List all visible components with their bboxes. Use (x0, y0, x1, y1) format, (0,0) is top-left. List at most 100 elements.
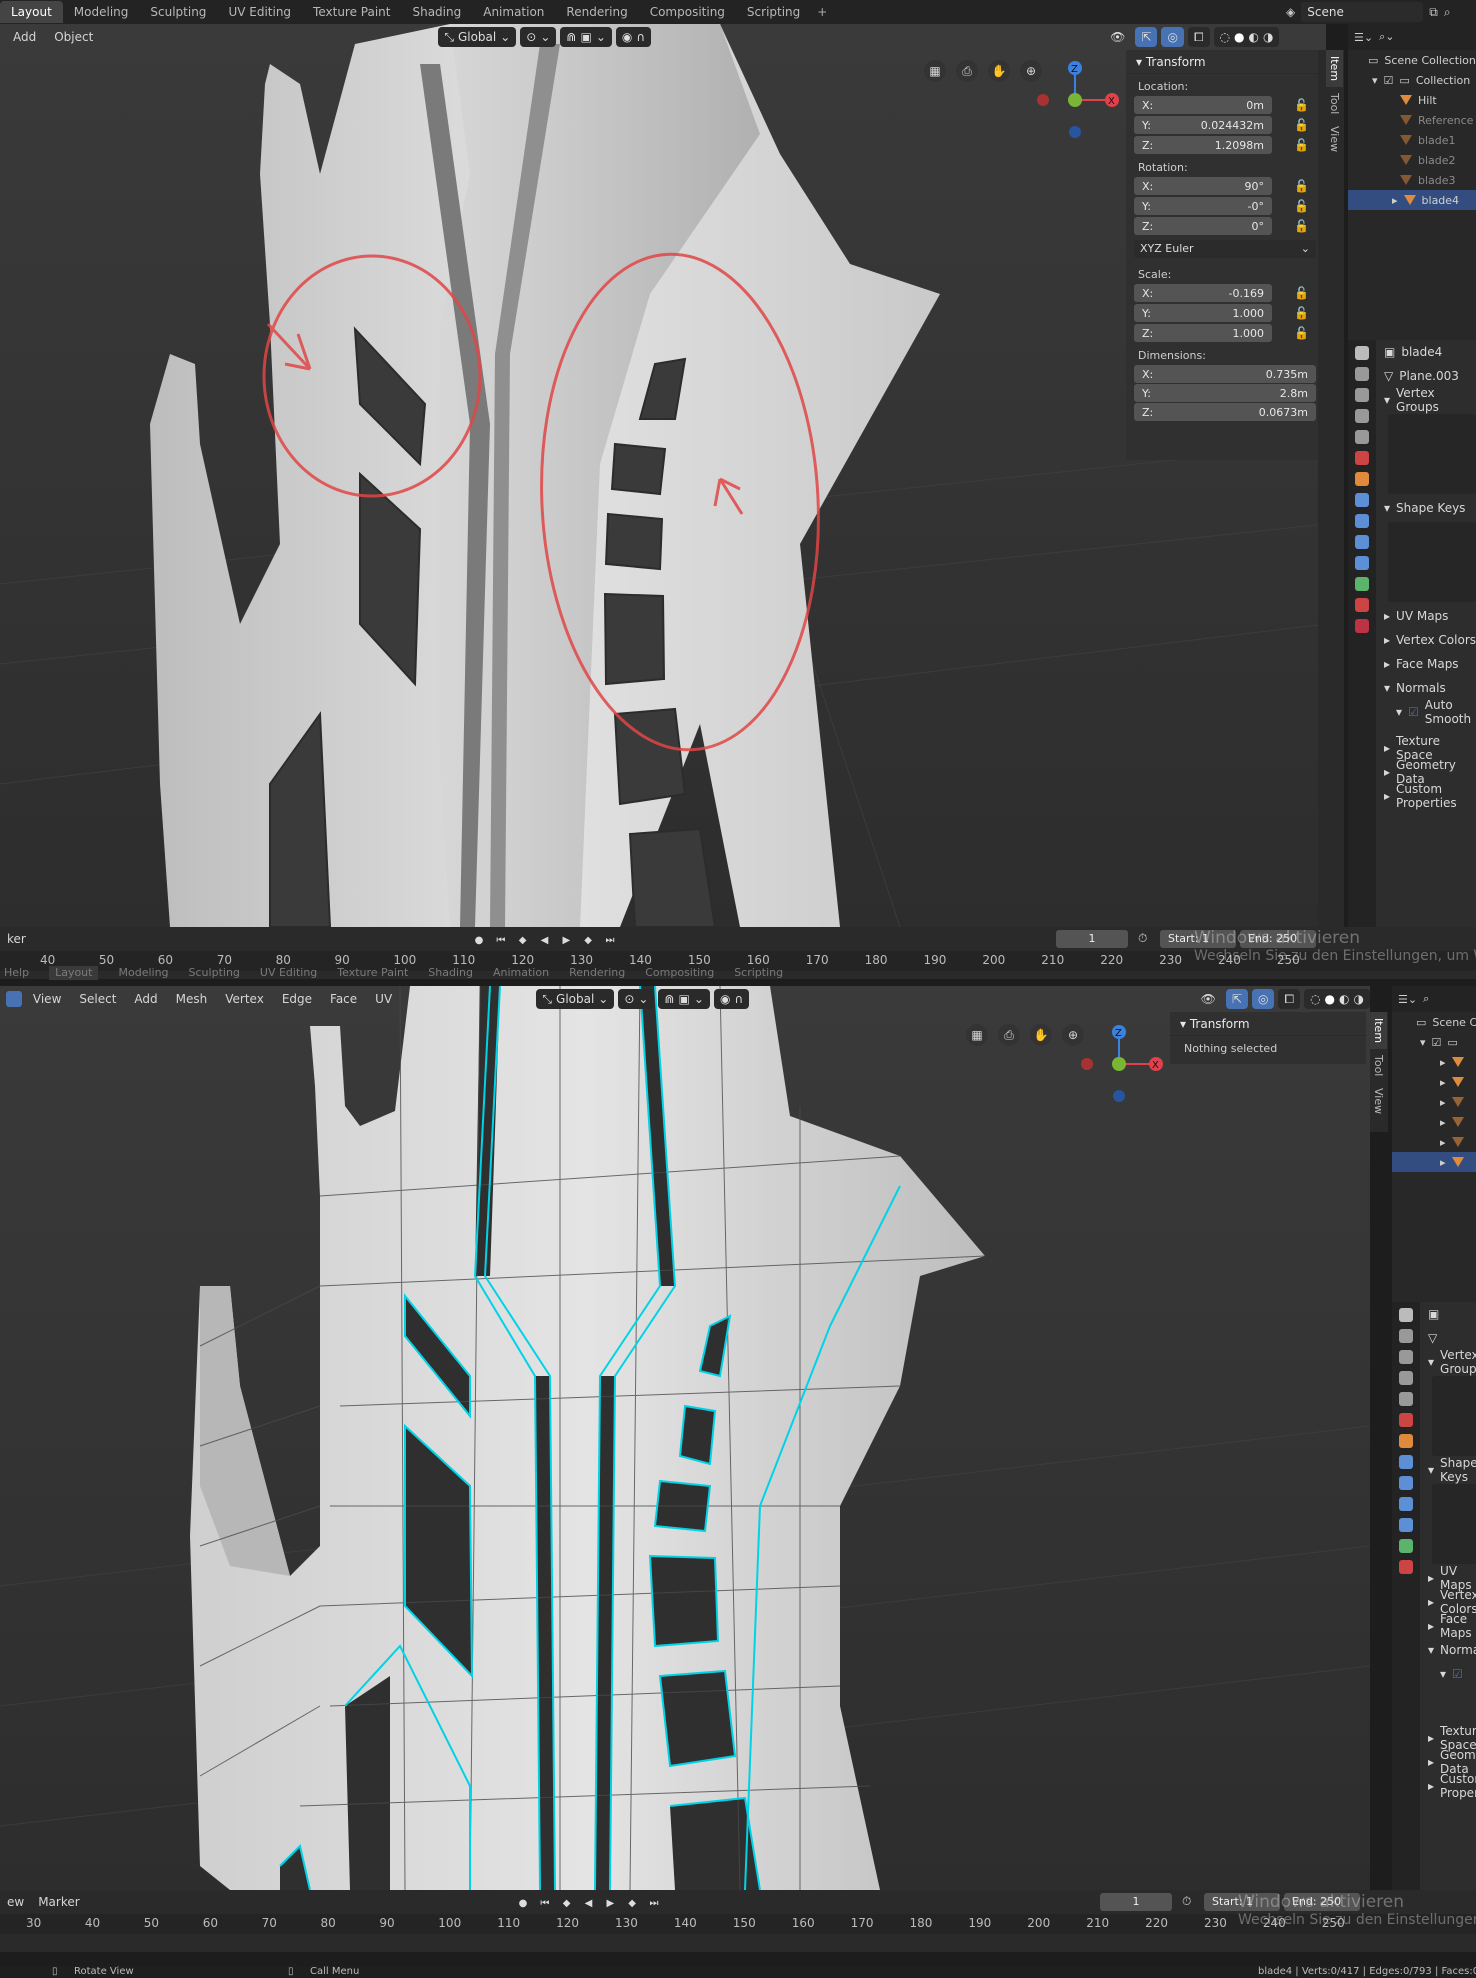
outliner-scene-collection[interactable]: ▭Scene Collection (1392, 1012, 1476, 1032)
outliner-item[interactable]: blade3 (1348, 170, 1476, 190)
scale-z-field[interactable]: Z: 1.000 (1134, 324, 1272, 342)
lock-icon[interactable]: 🔓 (1294, 326, 1309, 340)
material-icon[interactable] (1399, 1560, 1413, 1574)
menu-mesh[interactable]: Mesh (169, 990, 215, 1008)
proportional-edit-dropdown[interactable]: ◉ ∩ (615, 27, 652, 47)
modifier-icon[interactable] (1399, 1455, 1413, 1469)
outliner-item-active[interactable]: ▸ blade4 (1348, 190, 1476, 210)
section-uv-maps[interactable]: ▸ UV Maps (1376, 604, 1476, 628)
menu-view[interactable]: ew (0, 1893, 31, 1911)
tab-tool[interactable]: Tool (1370, 1049, 1387, 1082)
camera-icon[interactable]: ⎙ (998, 1024, 1020, 1046)
editor-type-icon[interactable] (6, 991, 22, 1007)
lock-icon[interactable]: 🔓 (1294, 286, 1309, 300)
mesh-data-icon[interactable] (1355, 577, 1369, 591)
auto-smooth-checkbox[interactable]: ▾ ☑ (1420, 1662, 1476, 1686)
vertex-groups-list[interactable] (1432, 1376, 1476, 1456)
physics-icon[interactable] (1399, 1497, 1413, 1511)
rendered-icon[interactable]: ◑ (1354, 992, 1364, 1006)
jump-start-icon[interactable]: ⏮ (538, 1897, 552, 1911)
scene-name-field[interactable]: Scene (1301, 2, 1424, 22)
pivot-dropdown[interactable]: ⊙ ⌄ (618, 989, 655, 1009)
section-normals[interactable]: ▾ Normals (1376, 676, 1476, 700)
keyframe-prev-icon[interactable]: ◆ (560, 1897, 574, 1911)
material-icon[interactable]: ◐ (1339, 992, 1349, 1006)
expand-icon[interactable]: ▸ (1440, 1116, 1446, 1129)
overlay-toggle[interactable]: ◎ (1161, 27, 1184, 47)
jump-start-icon[interactable]: ⏮ (494, 934, 508, 948)
checkbox-icon[interactable]: ☑ (1384, 74, 1394, 87)
transform-panel-title[interactable]: ▾ Transform (1126, 50, 1318, 74)
dimensions-y-field[interactable]: Y: 2.8m (1134, 384, 1316, 402)
record-icon[interactable]: ● (472, 934, 486, 948)
tab-layout[interactable]: Layout (0, 1, 63, 23)
bottom-viewport[interactable]: View Select Add Mesh Vertex Edge Face UV… (0, 986, 1370, 1890)
tab-view[interactable]: View (1326, 120, 1343, 158)
rotation-y-field[interactable]: Y: -0° (1134, 197, 1272, 215)
tab-item[interactable]: Item (1326, 50, 1343, 88)
particles-icon[interactable] (1399, 1476, 1413, 1490)
expand-icon[interactable]: ▸ (1440, 1056, 1446, 1069)
particles-icon[interactable] (1355, 514, 1369, 528)
pivot-dropdown[interactable]: ⊙ ⌄ (520, 27, 557, 47)
outliner-item[interactable]: ▸ (1392, 1132, 1476, 1152)
view-layer-icon[interactable] (1355, 409, 1369, 423)
rotation-x-field[interactable]: X: 90° (1134, 177, 1272, 195)
expand-icon[interactable]: ▸ (1392, 194, 1398, 207)
play-icon[interactable]: ▶ (559, 934, 573, 948)
section-uv-maps[interactable]: ▸ UV Maps (1420, 1564, 1476, 1592)
expand-icon[interactable]: ▸ (1440, 1076, 1446, 1089)
vertex-groups-list[interactable] (1388, 414, 1476, 494)
menu-view[interactable]: View (26, 990, 68, 1008)
outliner-item[interactable]: ▸ (1392, 1112, 1476, 1132)
stopwatch-icon[interactable]: ⏱ (1138, 931, 1147, 946)
tab-scripting[interactable]: Scripting (736, 1, 811, 23)
menu-select[interactable]: Select (72, 990, 123, 1008)
xray-toggle[interactable]: ⧠ (1187, 27, 1210, 47)
tab-sculpting[interactable]: Sculpting (139, 1, 217, 23)
play-reverse-icon[interactable]: ◀ (537, 934, 551, 948)
tab-modeling[interactable]: Modeling (63, 1, 140, 23)
menu-uv[interactable]: UV (368, 990, 399, 1008)
mesh-selector[interactable]: ▽ Plane.003 (1376, 364, 1476, 388)
tab-compositing[interactable]: Compositing (639, 1, 736, 23)
tab-item[interactable]: Item (1370, 1012, 1387, 1050)
menu-edge[interactable]: Edge (275, 990, 319, 1008)
physics-icon[interactable] (1355, 535, 1369, 549)
lock-icon[interactable]: 🔓 (1294, 118, 1309, 132)
object-icon[interactable] (1399, 1434, 1413, 1448)
section-vertex-colors[interactable]: ▸ Vertex Colors (1376, 628, 1476, 652)
location-x-field[interactable]: X: 0m (1134, 96, 1272, 114)
outliner-scene-collection[interactable]: ▭Scene Collection (1348, 50, 1476, 70)
display-mode-icon[interactable]: ☰⌄ (1354, 31, 1373, 44)
wireframe-icon[interactable]: ◌ (1220, 30, 1230, 44)
menu-add[interactable]: Add (127, 990, 164, 1008)
view-layer-icon[interactable] (1399, 1371, 1413, 1385)
object-icon[interactable] (1355, 472, 1369, 486)
section-geometry-data[interactable]: ▸ Geometry Data (1376, 758, 1476, 786)
snap-dropdown[interactable]: ⋒ ▣ ⌄ (658, 989, 710, 1009)
menu-object[interactable]: Object (47, 28, 100, 46)
tab-texture-paint[interactable]: Texture Paint (302, 1, 401, 23)
output-icon[interactable] (1355, 388, 1369, 402)
overlay-toggle[interactable]: ◎ (1251, 989, 1275, 1009)
section-geometry-data[interactable]: ▸ Geometry Data (1420, 1748, 1476, 1776)
play-icon[interactable]: ▶ (603, 1897, 617, 1911)
tab-uv-editing[interactable]: UV Editing (217, 1, 302, 23)
texture-icon[interactable] (1355, 619, 1369, 633)
outliner-item-active[interactable]: ▸ (1392, 1152, 1476, 1172)
expand-icon[interactable]: ▸ (1440, 1156, 1446, 1169)
filter-icon[interactable]: ⌕⌄ (1379, 30, 1394, 44)
current-frame-field[interactable]: 1 (1056, 930, 1128, 948)
stopwatch-icon[interactable]: ⏱ (1182, 1894, 1191, 1909)
outliner-collection[interactable]: ▾ ☑ ▭ Collection (1348, 70, 1476, 90)
orientation-dropdown[interactable]: ⤡ Global ⌄ (438, 27, 517, 47)
shading-modes[interactable]: ◌ ● ◐ ◑ (1304, 989, 1370, 1009)
snap-dropdown[interactable]: ⋒ ▣ ⌄ (560, 27, 612, 47)
search-icon[interactable]: ⌕ (1444, 5, 1451, 20)
record-icon[interactable]: ● (516, 1897, 530, 1911)
section-shape-keys[interactable]: ▾ Shape Keys (1420, 1456, 1476, 1484)
world-icon[interactable] (1399, 1413, 1413, 1427)
mesh-selector[interactable]: ▽ (1420, 1326, 1476, 1350)
solid-icon[interactable]: ● (1234, 30, 1244, 44)
